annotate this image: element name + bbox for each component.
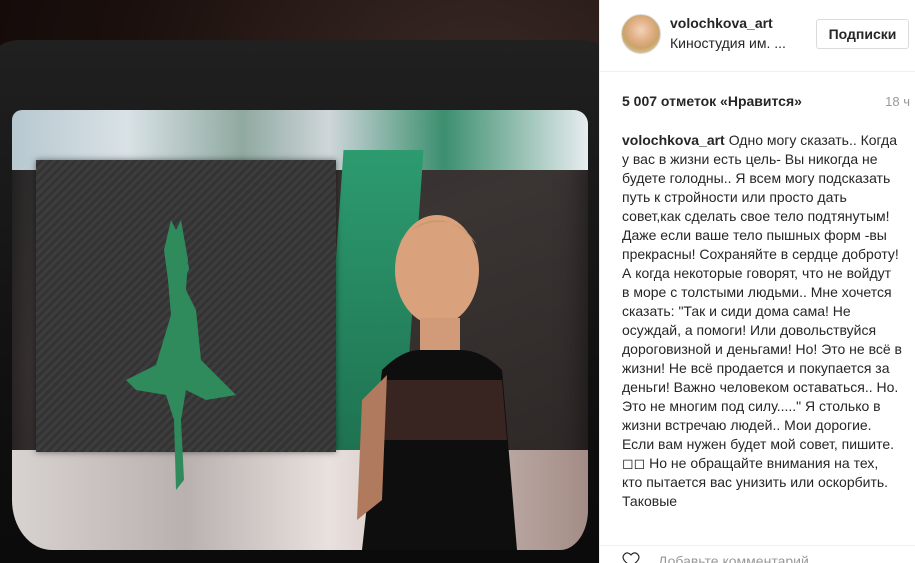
inset-video-panel — [36, 160, 336, 490]
caption-author[interactable]: volochkova_art — [622, 132, 725, 148]
avatar[interactable] — [621, 14, 661, 54]
post-caption: volochkova_art Одно могу сказать.. Когда … — [622, 131, 902, 527]
post-header: volochkova_art Киностудия им. ... Подпис… — [600, 0, 915, 72]
comment-input[interactable] — [658, 552, 898, 563]
tv-host-figure — [357, 215, 517, 550]
tv-screen — [12, 110, 588, 550]
comment-bar — [600, 545, 915, 563]
author-username[interactable]: volochkova_art — [670, 15, 773, 31]
likes-count[interactable]: 5 007 отметок «Нравится» — [622, 93, 802, 109]
ballerina-figure — [126, 220, 236, 490]
post-photo[interactable] — [0, 0, 599, 563]
post-location[interactable]: Киностудия им. ... — [670, 35, 786, 51]
likes-row: 5 007 отметок «Нравится» 18 ч — [600, 72, 915, 128]
following-button[interactable]: Подписки — [816, 19, 909, 49]
caption-text: Одно могу сказать.. Когда у вас в жизни … — [622, 132, 902, 509]
post-timestamp[interactable]: 18 ч — [885, 94, 910, 109]
heart-icon[interactable] — [622, 552, 640, 563]
post-sidebar: volochkova_art Киностудия им. ... Подпис… — [599, 0, 915, 563]
